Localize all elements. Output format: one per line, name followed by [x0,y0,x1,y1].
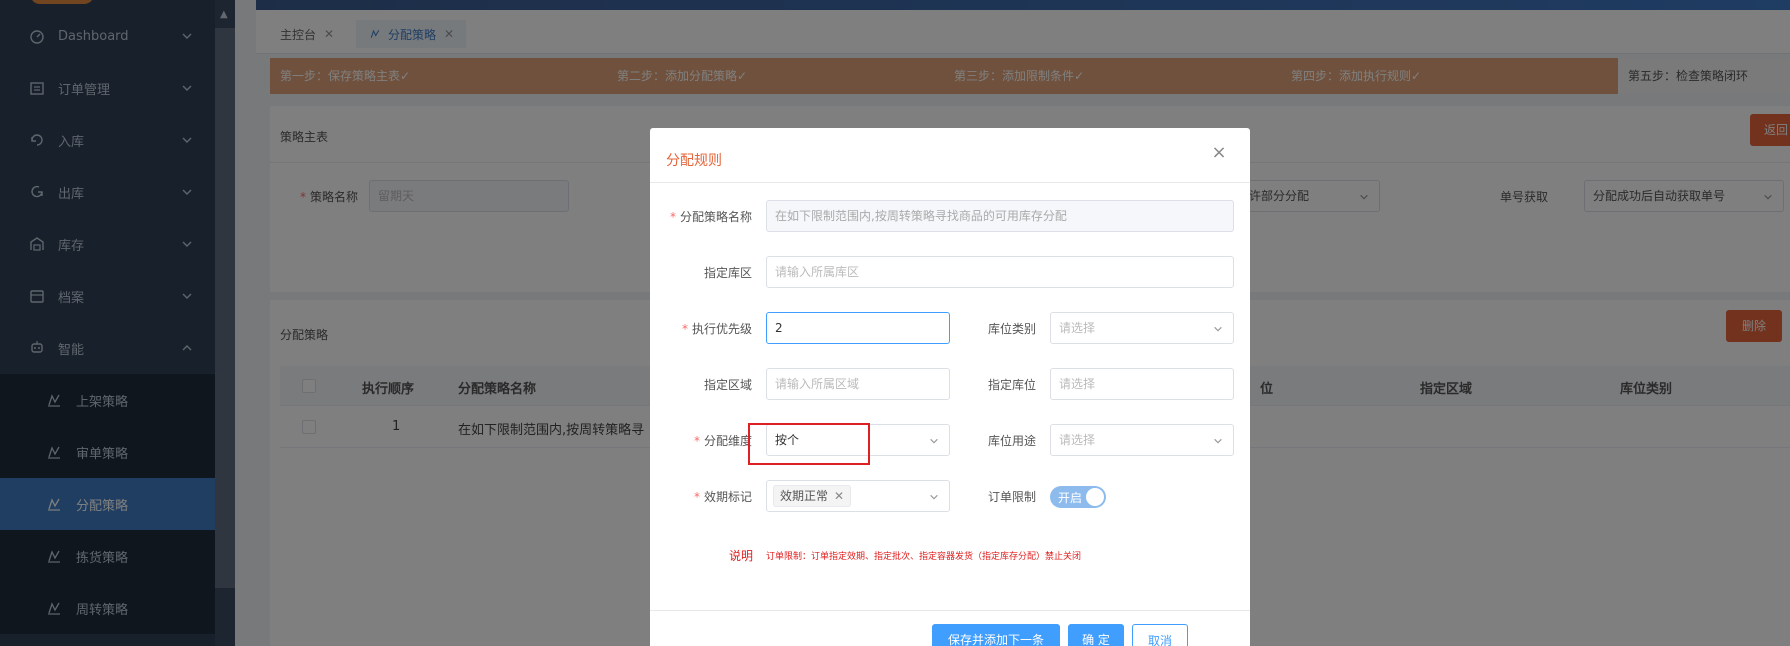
chevron-down-icon [1214,326,1222,332]
toggle-knob [1086,488,1104,506]
close-icon[interactable]: × [1208,142,1230,164]
tag-text: 效期正常 [780,489,829,503]
zone-input[interactable]: 请输入所属库区 [766,256,1234,288]
annotation-highlight [748,423,870,465]
zone-label: 指定库区 [703,266,752,280]
label-text: 分配策略名称 [680,210,753,224]
location-use-label: 库位用途 [987,434,1036,448]
location-type-label: 库位类别 [987,322,1036,336]
rule-name-label: * 分配策略名称 [670,208,752,225]
note-label: 说明 [729,549,754,563]
location-type-select[interactable]: 请选择 [1050,312,1234,344]
required-mark: * [670,210,676,224]
label-text: 执行优先级 [691,322,752,336]
select-placeholder: 请选择 [1059,433,1096,447]
location-label: 指定库位 [987,378,1036,392]
dialog-title: 分配规则 [666,153,722,169]
chevron-down-icon [1214,438,1222,444]
save-and-add-next-button[interactable]: 保存并添加下一条 [932,624,1060,646]
expiry-tag: 效期正常 ✕ [773,485,852,507]
label-text: 效期标记 [703,490,752,504]
area-input[interactable]: 请输入所属区域 [766,368,950,400]
cancel-button[interactable]: 取消 [1132,624,1188,646]
order-limit-label: 订单限制 [987,490,1036,504]
chevron-down-icon [930,438,938,444]
divider [650,182,1250,183]
confirm-button[interactable]: 确 定 [1068,624,1124,646]
priority-input[interactable]: 2 [766,312,950,344]
dimension-label: * 分配维度 [670,432,752,449]
required-mark: * [681,322,688,336]
order-limit-toggle[interactable]: 开启 [1050,486,1106,508]
select-placeholder: 请选择 [1059,321,1096,335]
area-label: 指定区域 [703,378,752,392]
app-root: Dashboard 订单管理 入库 出库 库存 [0,0,1790,646]
expiry-select[interactable]: 效期正常 ✕ [766,480,950,512]
chevron-down-icon [930,494,938,500]
close-icon[interactable]: ✕ [834,489,844,503]
expiry-label: * 效期标记 [670,488,752,505]
divider [650,610,1250,611]
required-mark: * [693,434,700,448]
rule-name-input[interactable]: 在如下限制范围内,按周转策略寻找商品的可用库存分配 [766,200,1234,232]
allocation-rule-dialog: 分配规则 × * 分配策略名称 在如下限制范围内,按周转策略寻找商品的可用库存分配… [650,128,1250,646]
location-select[interactable]: 请选择 [1050,368,1234,400]
label-text: 分配维度 [703,434,752,448]
toggle-label: 开启 [1058,491,1083,505]
location-use-select[interactable]: 请选择 [1050,424,1234,456]
note-text: 订单限制：订单指定效期、指定批次、指定容器发货（指定库存分配）禁止关闭 [766,552,1082,562]
priority-label: * 执行优先级 [670,320,752,337]
required-mark: * [693,490,700,504]
